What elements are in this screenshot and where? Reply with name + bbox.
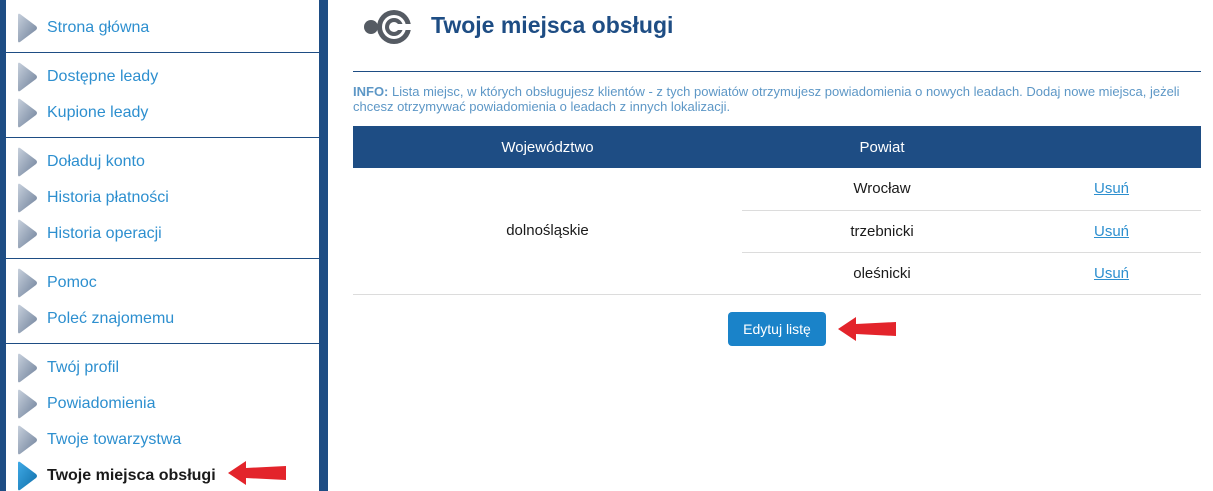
triangle-play-icon — [18, 62, 37, 92]
edit-list-button[interactable]: Edytuj listę — [728, 312, 826, 346]
page-header: Twoje miejsca obsługi — [353, 0, 1201, 72]
triangle-play-icon — [18, 389, 37, 419]
county-cell: trzebnicki — [742, 210, 1022, 253]
remove-cell: Usuń — [1022, 252, 1201, 295]
main-content: Twoje miejsca obsługi INFO: Lista miejsc… — [353, 0, 1201, 491]
triangle-play-icon — [18, 219, 37, 249]
info-label: INFO: — [353, 84, 389, 99]
sidebar-item-available-leads[interactable]: Dostępne leady — [6, 59, 319, 95]
sidebar-item-label: Strona główna — [47, 19, 150, 36]
column-header-county: Powiat — [742, 126, 1022, 168]
triangle-play-icon — [18, 268, 37, 298]
locations-logo-icon — [364, 10, 416, 44]
sidebar-menu: Strona główna Dostępne leady Kupione lea… — [6, 0, 319, 491]
sidebar-item-refer-friend[interactable]: Poleć znajomemu — [6, 301, 319, 337]
sidebar-item-label: Kupione leady — [47, 104, 149, 121]
sidebar-item-topup[interactable]: Doładuj konto — [6, 144, 319, 180]
remove-cell: Usuń — [1022, 210, 1201, 253]
sidebar: Strona główna Dostępne leady Kupione lea… — [0, 0, 328, 491]
red-arrow-icon — [838, 317, 896, 341]
remove-link[interactable]: Usuń — [1094, 180, 1129, 197]
triangle-play-icon — [18, 147, 37, 177]
county-cell: oleśnicki — [742, 252, 1022, 295]
sidebar-item-label: Poleć znajomemu — [47, 310, 175, 327]
sidebar-item-companies[interactable]: Twoje towarzystwa — [6, 422, 319, 458]
sidebar-item-label: Pomoc — [47, 274, 97, 291]
triangle-play-icon — [18, 425, 37, 455]
triangle-play-icon — [18, 183, 37, 213]
voivodeship-cell: dolnośląskie — [353, 168, 742, 295]
remove-cell: Usuń — [1022, 168, 1201, 211]
sidebar-item-purchased-leads[interactable]: Kupione leady — [6, 95, 319, 131]
menu-group-help: Pomoc Poleć znajomemu — [6, 259, 319, 344]
table-header-row: Województwo Powiat — [353, 126, 1201, 168]
sidebar-item-notifications[interactable]: Powiadomienia — [6, 386, 319, 422]
menu-group-home: Strona główna — [6, 0, 319, 53]
info-text: INFO: Lista miejsc, w których obsługujes… — [353, 84, 1201, 114]
sidebar-item-label: Powiadomienia — [47, 395, 156, 412]
remove-link[interactable]: Usuń — [1094, 223, 1129, 240]
sidebar-item-label: Historia operacji — [47, 225, 162, 242]
sidebar-item-label: Doładuj konto — [47, 153, 145, 170]
menu-group-account: Doładuj konto Historia płatności Histori… — [6, 138, 319, 259]
page-title: Twoje miejsca obsługi — [431, 12, 674, 38]
sidebar-item-label: Twój profil — [47, 359, 120, 376]
sidebar-item-label: Dostępne leady — [47, 68, 159, 85]
column-header-actions — [1022, 126, 1201, 168]
triangle-play-icon-active — [18, 461, 37, 491]
red-arrow-icon — [228, 461, 286, 485]
sidebar-item-home[interactable]: Strona główna — [6, 10, 319, 46]
column-header-voivodeship: Województwo — [353, 126, 742, 168]
table-row: dolnośląskie Wrocław Usuń — [353, 168, 1201, 295]
triangle-play-icon — [18, 98, 37, 128]
triangle-play-icon — [18, 13, 37, 43]
sidebar-item-help[interactable]: Pomoc — [6, 265, 319, 301]
sidebar-item-label: Twoje miejsca obsługi — [47, 467, 216, 484]
menu-group-leads: Dostępne leady Kupione leady — [6, 53, 319, 138]
county-cell: Wrocław — [742, 168, 1022, 211]
sidebar-item-label: Historia płatności — [47, 189, 169, 206]
sidebar-item-label: Twoje towarzystwa — [47, 431, 182, 448]
remove-link[interactable]: Usuń — [1094, 265, 1129, 282]
info-description: Lista miejsc, w których obsługujesz klie… — [353, 84, 1180, 114]
sidebar-item-profile[interactable]: Twój profil — [6, 350, 319, 386]
triangle-play-icon — [18, 353, 37, 383]
triangle-play-icon — [18, 304, 37, 334]
sidebar-item-payment-history[interactable]: Historia płatności — [6, 180, 319, 216]
service-locations-table: Województwo Powiat dolnośląskie Wrocław … — [353, 126, 1201, 295]
sidebar-item-operation-history[interactable]: Historia operacji — [6, 216, 319, 252]
